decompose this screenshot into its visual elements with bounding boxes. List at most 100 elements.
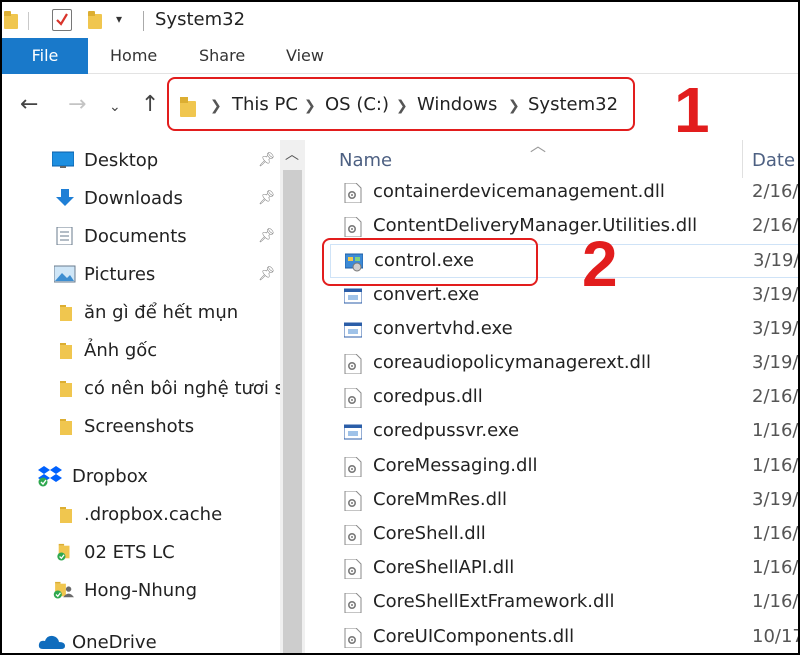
exe-file-icon (343, 422, 363, 442)
file-date: 10/17 (752, 625, 798, 647)
back-icon[interactable]: ← (20, 91, 38, 119)
file-name: CoreMessaging.dll (373, 454, 538, 476)
file-name: CoreShellExtFramework.dll (373, 591, 615, 613)
dll-file-icon (344, 353, 362, 375)
documents-icon (56, 227, 73, 245)
sidebar-item-folder[interactable]: ăn gì để hết mụn (2, 294, 280, 330)
table-row[interactable]: coredpus.dll 2/16/ (330, 381, 798, 415)
column-header-date[interactable]: Date (752, 150, 795, 171)
sidebar-item-folder[interactable]: Ảnh gốc (2, 332, 280, 368)
sidebar-item-label: .dropbox.cache (84, 504, 223, 525)
dll-file-icon (344, 592, 362, 614)
file-date: 2/16/ (752, 386, 798, 408)
sidebar-item-label: ăn gì để hết mụn (84, 302, 239, 323)
column-divider[interactable] (742, 140, 743, 178)
forward-icon[interactable]: → (68, 91, 86, 119)
file-name: convert.exe (373, 283, 480, 305)
sidebar-item-label: Dropbox (72, 466, 148, 487)
callout-number-2: 2 (582, 228, 618, 300)
exe-file-icon (343, 320, 363, 340)
sidebar-item-label: Downloads (84, 188, 183, 209)
sidebar-item-folder[interactable]: .dropbox.cache (2, 496, 280, 532)
file-name: coredpus.dll (373, 386, 483, 408)
customize-toolbar-icon[interactable]: ▾ (116, 12, 122, 26)
up-icon[interactable]: ↑ (141, 91, 159, 119)
file-date: 3/19/ (752, 352, 798, 373)
folder-icon[interactable] (4, 11, 18, 29)
sidebar-item-label: OneDrive (72, 632, 157, 653)
table-row[interactable]: CoreShellExtFramework.dll 1/16/ (330, 586, 798, 620)
sidebar-item-label: có nên bôi nghệ tươi sa (84, 378, 280, 399)
dropbox-icon (38, 466, 62, 487)
table-row[interactable]: CoreMmRes.dll 3/19/ (330, 484, 798, 518)
synced-folder-icon (57, 543, 70, 561)
tab-share[interactable]: Share (199, 38, 245, 74)
table-row[interactable]: CoreUIComponents.dll 10/17 (330, 621, 798, 653)
tab-file[interactable]: File (2, 38, 88, 74)
file-date: 2/16/ (752, 215, 798, 237)
file-date: 3/19/ (752, 317, 798, 339)
navigation-pane: Desktop 📌︎ Downloads 📌︎ Documents 📌︎ Pic… (2, 140, 280, 653)
sidebar-item-folder[interactable]: Hong-Nhung (2, 572, 280, 608)
sidebar-item-label: Screenshots (84, 416, 195, 437)
tab-view[interactable]: View (286, 38, 324, 74)
file-highlight-box (322, 238, 538, 286)
recent-locations-icon[interactable]: ⌄ (109, 93, 121, 121)
sidebar-item-pictures[interactable]: Pictures 📌︎ (2, 256, 280, 292)
sidebar-item-folder[interactable]: có nên bôi nghệ tươi sa (2, 370, 280, 406)
downloads-icon (56, 189, 74, 206)
table-row[interactable]: coreaudiopolicymanagerext.dll 3/19/ (330, 347, 798, 381)
file-name: coredpussvr.exe (373, 420, 520, 442)
file-date: 1/16/ (752, 557, 798, 579)
sidebar-item-documents[interactable]: Documents 📌︎ (2, 218, 280, 254)
column-header-name[interactable]: Name (339, 150, 392, 171)
desktop-icon (52, 151, 74, 168)
table-row[interactable]: CoreShell.dll 1/16/ (330, 518, 798, 552)
onedrive-icon (38, 635, 65, 649)
tab-home[interactable]: Home (110, 38, 157, 74)
sidebar-item-label: Hong-Nhung (84, 580, 197, 601)
toolbar-divider (28, 12, 29, 30)
pictures-icon (54, 265, 76, 283)
exe-file-icon (343, 286, 363, 306)
table-row[interactable]: convertvhd.exe 3/19/ (330, 313, 798, 347)
file-date: 3/19/ (752, 283, 798, 305)
ribbon: File Home Share View (2, 38, 798, 74)
file-name: CoreMmRes.dll (373, 488, 508, 510)
sidebar-item-label: Desktop (84, 150, 159, 171)
shared-folder-icon (53, 581, 74, 599)
pin-icon[interactable]: 📌︎ (258, 190, 276, 206)
sidebar-item-folder[interactable]: 02 ETS LC (2, 534, 280, 570)
table-row[interactable]: CoreShellAPI.dll 1/16/ (330, 552, 798, 586)
scrollbar-thumb[interactable] (283, 170, 302, 653)
title-divider (143, 11, 144, 31)
dll-file-icon (344, 524, 362, 546)
dll-file-icon (344, 558, 362, 580)
file-name: CoreShellAPI.dll (373, 557, 515, 579)
folder-icon (60, 419, 72, 435)
sidebar-item-downloads[interactable]: Downloads 📌︎ (2, 180, 280, 216)
file-date: 2/16/ (752, 181, 798, 202)
address-highlight-box (167, 77, 635, 131)
dll-file-icon (344, 456, 362, 478)
new-folder-icon[interactable] (88, 11, 102, 29)
file-name: containerdevicemanagement.dll (373, 181, 665, 202)
properties-icon[interactable] (52, 9, 72, 31)
dll-file-icon (344, 182, 362, 204)
folder-icon (60, 381, 72, 397)
pin-icon[interactable]: 📌︎ (258, 266, 276, 282)
table-row[interactable]: CoreMessaging.dll 1/16/ (330, 450, 798, 484)
sidebar-item-dropbox[interactable]: Dropbox (2, 458, 280, 494)
table-row[interactable]: coredpussvr.exe 1/16/ (330, 415, 798, 449)
title-bar: ▾ System32 (2, 2, 798, 38)
sidebar-item-onedrive[interactable]: OneDrive (2, 624, 280, 653)
file-date: 1/16/ (752, 523, 798, 544)
table-row[interactable]: containerdevicemanagement.dll 2/16/ (330, 176, 798, 210)
pin-icon[interactable]: 📌︎ (258, 152, 276, 168)
navigation-scrollbar[interactable]: ︿ (280, 140, 305, 653)
sidebar-item-desktop[interactable]: Desktop 📌︎ (2, 142, 280, 178)
pin-icon[interactable]: 📌︎ (258, 228, 276, 244)
chevron-up-icon[interactable]: ︿ (285, 144, 299, 164)
folder-icon (60, 343, 72, 359)
sidebar-item-folder[interactable]: Screenshots (2, 408, 280, 444)
